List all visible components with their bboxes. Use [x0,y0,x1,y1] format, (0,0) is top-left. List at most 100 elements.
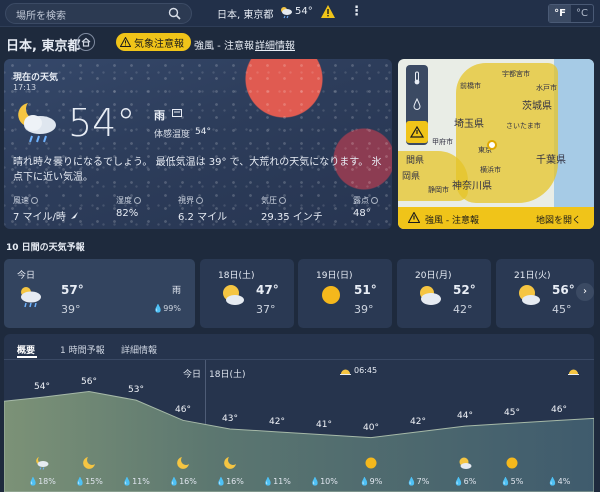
wind-direction-icon [70,212,78,219]
hour-precip-value: 10% [320,477,338,486]
day-name: 20日(月) [415,271,452,281]
unit-toggle[interactable]: °F °C [548,4,594,23]
map-label: 横浜市 [480,166,501,174]
hour-precip-value: 16% [179,477,197,486]
alert-badge[interactable]: 気象注意報 [116,33,191,51]
tab-active-indicator [17,356,37,358]
hour-temp: 42° [269,416,285,427]
more-options-icon[interactable]: ⋮ [350,4,363,19]
map-alert-footer: 強風 - 注意報 地図を開く [398,207,594,229]
stat-humidity: 湿度 82% [116,195,141,219]
moon-icon [224,457,236,469]
day-low: 39° [61,303,81,316]
sun-cloud-icon [519,285,540,305]
unit-fahrenheit[interactable]: °F [549,5,571,22]
header-location[interactable]: 日本, 東京都 [217,6,273,21]
map-label: 静岡市 [428,186,449,194]
raindrop-icon [413,98,421,110]
warning-icon [120,37,131,47]
current-title: 現在の天気 [13,73,59,83]
forecast-day[interactable]: 18日(土) 47° 37° [200,259,294,328]
forecast-next-button[interactable]: › [576,283,594,301]
sun-icon [322,286,340,304]
warning-icon[interactable] [320,4,336,19]
stat-label: 気圧 [261,196,277,205]
day-name: 18日(土) [218,271,255,281]
info-icon[interactable] [371,197,378,204]
tab-details[interactable]: 詳細情報 [121,343,157,356]
hour-precip: 💧11% [122,477,150,486]
current-description: 晴れ時々曇りになるでしょう。 最低気温は 39° で、大荒れの天気になります。 … [13,157,382,183]
stat-label: 視界 [178,196,194,205]
hour-temp: 54° [34,382,50,393]
header-temp: 54° [295,6,313,17]
page-title: 日本, 東京都 [6,39,81,54]
search-icon[interactable] [168,7,181,20]
map-alert-label: 強風 - 注意報 [425,216,479,226]
hour-precip-value: 5% [510,477,524,486]
moon-icon [83,457,95,469]
day-high: 51° [354,283,377,297]
thermometer-icon [414,71,420,85]
stat-label: 湿度 [116,196,132,205]
map-label: 岡県 [402,172,421,182]
hour-temp: 42° [410,416,426,427]
hour-precip: 💧15% [75,477,103,486]
hour-precip-value: 16% [226,477,244,486]
map-label: 埼玉県 [454,119,484,130]
hour-precip: 💧16% [216,477,244,486]
stat-visibility: 視界 6.2 マイル [178,195,227,223]
alert-badge-label: 気象注意報 [134,38,184,50]
info-icon[interactable] [196,197,203,204]
weather-map[interactable]: 宇都宮市 水戸市 茨城県 前橋市 埼玉県 さいたま市 甲府市 東京 千葉県 静岡… [398,59,594,229]
unit-celsius[interactable]: °C [571,5,593,22]
hour-precip-value: 18% [38,477,56,486]
details-icon[interactable] [172,109,182,117]
hour-temp: 53° [128,385,144,396]
forecast-day[interactable]: 19日(日) 51° 39° [298,259,392,328]
sun-cloud-icon [223,285,244,305]
feels-like-value: 54° [195,127,211,137]
stat-label: 風速 [13,196,29,205]
hour-precip-value: 7% [416,477,430,486]
top-bar: 場所を検索 日本, 東京都 54° ⋮ °F °C [0,0,600,27]
info-icon[interactable] [134,197,141,204]
sun-icon [506,457,518,469]
stat-wind: 風速 7 マイル/時 [13,195,79,223]
open-map-link[interactable]: 地図を開く [536,213,581,226]
warning-icon [410,126,424,138]
day-condition: 雨 [171,286,181,296]
alert-summary: 強風 - 注意報 [194,41,254,52]
map-label: 千葉県 [536,155,566,166]
cloud-rain-moon-icon [18,103,56,143]
day-high: 47° [256,283,279,297]
sun-cloud-icon [459,457,472,469]
current-condition: 雨 [154,109,165,122]
info-icon[interactable] [279,197,286,204]
map-label: 宇都宮市 [502,70,530,78]
hour-precip: 💧4% [547,477,571,486]
moon-icon [177,457,189,469]
stat-value: 29.35 インチ [261,212,323,223]
search-input[interactable]: 場所を検索 [16,7,66,22]
hour-precip-value: 15% [85,477,103,486]
map-layer-alerts[interactable] [406,121,428,143]
day-low: 39° [354,303,374,316]
alert-details-link[interactable]: 詳細情報 [255,37,295,52]
hour-temp: 56° [81,376,97,387]
map-layer-temperature[interactable] [406,67,428,89]
hour-precip: 💧18% [28,477,56,486]
stat-value: 82% [116,208,139,219]
tab-hourly[interactable]: 1 時間予報 [60,343,105,356]
search-box[interactable]: 場所を検索 [5,3,192,24]
map-label: 甲府市 [432,138,453,146]
hourly-panel: 概要 1 時間予報 詳細情報 今日 18日(土) 06:45 54° 56° 5… [4,334,594,492]
info-icon[interactable] [31,197,38,204]
forecast-day-today[interactable]: 今日 57° 39° 雨 💧99% [4,259,195,328]
location-pin-icon [487,140,497,150]
forecast-day[interactable]: 20日(月) 52° 42° [397,259,491,328]
tab-overview[interactable]: 概要 [17,343,35,356]
home-icon[interactable] [77,33,95,51]
map-layer-precipitation[interactable] [406,93,428,115]
hour-precip: 💧10% [310,477,338,486]
